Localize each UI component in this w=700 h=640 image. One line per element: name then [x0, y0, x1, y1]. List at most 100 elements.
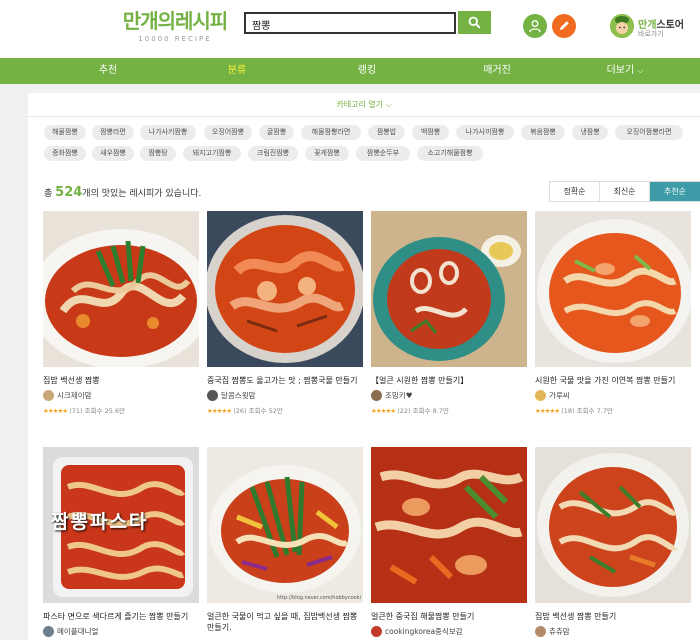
nav-item-more[interactable]: 더보기 ⌵: [585, 58, 665, 84]
sort-accuracy-tab[interactable]: 정확순: [550, 182, 600, 201]
recipe-card[interactable]: 짬뽕파스타 파스타 면으로 색다르게 즐기는 짬뽕 만들기 메이플대니얼: [43, 447, 199, 637]
recipe-thumbnail[interactable]: 짬뽕파스타: [43, 447, 199, 603]
recipe-thumbnail[interactable]: [535, 211, 691, 367]
tag-item[interactable]: 나가사끼짬뽕: [456, 125, 514, 140]
tag-item[interactable]: 오징어짬뽕라면: [615, 125, 683, 140]
tag-item[interactable]: 짬뽕순두부: [356, 146, 410, 161]
recipe-card[interactable]: 집밥 백선생 짬뽕 만들기 츄츄맘: [535, 447, 691, 637]
rating-stars: ★★★★★: [371, 407, 396, 415]
recipe-author[interactable]: 시크제이맘: [43, 390, 199, 401]
recipe-author[interactable]: cookingkorea중식보감: [371, 626, 527, 637]
recipe-author[interactable]: 조밍키♥: [371, 390, 527, 401]
recipe-card[interactable]: 중국집 짬뽕도 울고가는 맛 ; 짬뽕국물 만들기 달콤스윗맘 ★★★★★ (2…: [207, 211, 363, 415]
thumbnail-watermark: http://blog.naver.com/hobbycooki: [276, 595, 361, 601]
tag-item[interactable]: 해물짬뽕: [44, 125, 86, 140]
tag-item[interactable]: 크림진짬뽕: [248, 146, 298, 161]
store-link[interactable]: 만개스토어 바로가기: [610, 14, 695, 40]
category-toggle[interactable]: 카테고리 열기 ⌵: [28, 93, 700, 117]
thumbnail-overlay-text: 짬뽕파스타: [51, 511, 149, 533]
tag-item[interactable]: 나가사키짬뽕: [140, 125, 196, 140]
recipe-title[interactable]: 중국집 짬뽕도 울고가는 맛 ; 짬뽕국물 만들기: [207, 375, 363, 386]
tag-item[interactable]: 새우짬뽕: [92, 146, 134, 161]
sort-latest-tab[interactable]: 최신순: [600, 182, 650, 201]
nav-item-magazine[interactable]: 매거진: [457, 58, 537, 84]
tag-item[interactable]: 짬뽕밥: [368, 125, 405, 140]
sort-recommend-tab[interactable]: 추천순: [650, 182, 700, 201]
nav-item-recommend[interactable]: 추천: [68, 58, 148, 84]
store-chef-avatar: [610, 14, 634, 38]
nav-item-ranking[interactable]: 랭킹: [327, 58, 407, 84]
logo-text: 만개의레시피: [122, 9, 228, 33]
author-avatar: [43, 390, 54, 401]
my-page-button[interactable]: [523, 14, 547, 38]
author-avatar: [535, 626, 546, 637]
tag-item[interactable]: 중화짬뽕: [44, 146, 86, 161]
tag-item[interactable]: 짬뽕라면: [92, 125, 134, 140]
recipe-card[interactable]: http://blog.naver.com/hobbycooki 얼큰한 국물이…: [207, 447, 363, 633]
recipe-thumbnail[interactable]: [207, 211, 363, 367]
recipe-thumbnail[interactable]: http://blog.naver.com/hobbycooki: [207, 447, 363, 603]
chevron-down-icon: ⌵: [385, 100, 392, 109]
recipe-card[interactable]: 【얼큰 시원한 짬뽕 만들기】 조밍키♥ ★★★★★ (22) 조회수 8.7만: [371, 211, 527, 415]
author-avatar: [371, 390, 382, 401]
tag-item[interactable]: 꽃게짬뽕: [305, 146, 349, 161]
recipe-meta: ★★★★★ (26) 조회수 52만: [207, 407, 283, 415]
tag-item[interactable]: 돼지고기짬뽕: [183, 146, 241, 161]
logo-subtext: 10000 RECIPE: [138, 35, 212, 43]
search-input[interactable]: 짬뽕: [244, 12, 456, 34]
recipe-card[interactable]: 집밥 백선생 짬뽕 시크제이맘 ★★★★★ (71) 조회수 25.6만: [43, 211, 199, 415]
search-icon: [468, 16, 481, 29]
author-avatar: [43, 626, 54, 637]
recipe-meta: ★★★★★ (18) 조회수 7.7만: [535, 407, 613, 415]
recipe-title[interactable]: 얼큰한 중국집 해물짬뽕 만들기: [371, 611, 527, 622]
result-count-number: 524: [55, 185, 83, 200]
header: 만개의레시피 10000 RECIPE 짬뽕 만개스토어 바로가기: [0, 0, 700, 58]
rating-stars: ★★★★★: [535, 407, 560, 415]
recipe-card[interactable]: 시원한 국물 맛을 가진 이연복 짬뽕 만들기 가루씨 ★★★★★ (18) 조…: [535, 211, 691, 415]
tag-item[interactable]: 백짬뽕: [412, 125, 449, 140]
category-toggle-label: 카테고리 열기: [336, 100, 384, 109]
recipe-thumbnail[interactable]: [371, 447, 527, 603]
tag-item[interactable]: 소고기해물짬뽕: [417, 146, 483, 161]
recipe-meta: ★★★★★ (22) 조회수 8.7만: [371, 407, 449, 415]
rating-stars: ★★★★★: [43, 407, 68, 415]
content-panel: 카테고리 열기 ⌵ 해물짬뽕 짬뽕라면 나가사키짬뽕 오징어짬뽕 굴짬뽕 해물짬…: [28, 93, 700, 640]
recipe-title[interactable]: 파스타 면으로 색다르게 즐기는 짬뽕 만들기: [43, 611, 199, 622]
tag-item[interactable]: 짬뽕탕: [140, 146, 176, 161]
recipe-title[interactable]: 얼큰한 국물이 먹고 싶을 때, 집밥백선생 짬뽕 만들기.: [207, 611, 363, 633]
site-logo[interactable]: 만개의레시피 10000 RECIPE: [122, 9, 228, 43]
main-nav: 추천 분류 랭킹 매거진 더보기 ⌵: [0, 58, 700, 84]
tag-item[interactable]: 오징어짬뽕: [204, 125, 252, 140]
chevron-down-icon: ⌵: [637, 66, 644, 75]
recipe-card[interactable]: 얼큰한 중국집 해물짬뽕 만들기 cookingkorea중식보감: [371, 447, 527, 637]
author-avatar: [535, 390, 546, 401]
recipe-thumbnail[interactable]: [43, 211, 199, 367]
recipe-title[interactable]: 【얼큰 시원한 짬뽕 만들기】: [371, 375, 527, 386]
result-count: 총 524개의 맛있는 레시피가 있습니다.: [44, 185, 202, 200]
recipe-title[interactable]: 집밥 백선생 짬뽕 만들기: [535, 611, 691, 622]
recipe-thumbnail[interactable]: [535, 447, 691, 603]
recipe-meta: ★★★★★ (71) 조회수 25.6만: [43, 407, 126, 415]
sort-tabs: 정확순 최신순 추천순: [549, 181, 700, 202]
author-avatar: [371, 626, 382, 637]
tag-item[interactable]: 굴짬뽕: [259, 125, 294, 140]
pencil-icon: [560, 21, 569, 30]
tag-item[interactable]: 볶음짬뽕: [521, 125, 565, 140]
recipe-author[interactable]: 달콤스윗맘: [207, 390, 363, 401]
author-avatar: [207, 390, 218, 401]
user-icon: [529, 20, 541, 33]
search-button[interactable]: [458, 11, 491, 34]
tag-item[interactable]: 냉짬뽕: [572, 125, 608, 140]
tag-item[interactable]: 해물짬뽕라면: [301, 125, 361, 140]
nav-item-category[interactable]: 분류: [197, 58, 277, 84]
nav-more-label: 더보기: [606, 65, 635, 76]
recipe-thumbnail[interactable]: [371, 211, 527, 367]
store-subtitle: 바로가기: [638, 30, 664, 38]
recipe-title[interactable]: 시원한 국물 맛을 가진 이연복 짬뽕 만들기: [535, 375, 691, 386]
recipe-author[interactable]: 츄츄맘: [535, 626, 691, 637]
recipe-author[interactable]: 가루씨: [535, 390, 691, 401]
write-recipe-button[interactable]: [552, 14, 576, 38]
recipe-title[interactable]: 집밥 백선생 짬뽕: [43, 375, 199, 386]
recipe-author[interactable]: 메이플대니얼: [43, 626, 199, 637]
rating-stars: ★★★★★: [207, 407, 232, 415]
